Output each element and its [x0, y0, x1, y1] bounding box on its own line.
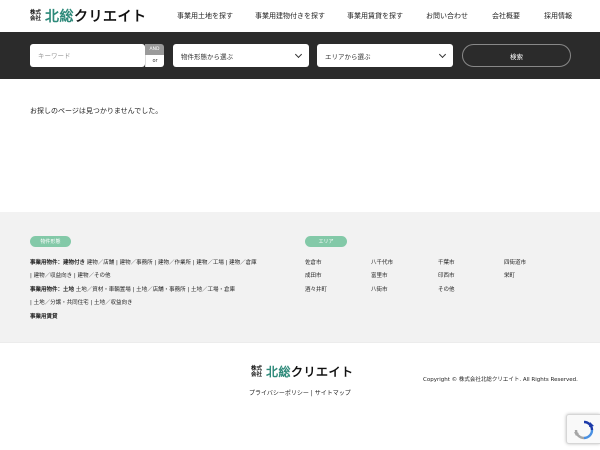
area-link-inzai[interactable]: 印西市 — [438, 271, 455, 279]
copyright: Copyright © 株式会社北総クリエイト. All Rights Rese… — [423, 377, 578, 383]
property-type-pill: 物件形態 — [30, 236, 71, 247]
recaptcha-icon — [574, 420, 594, 440]
area-link-chiba[interactable]: 千葉市 — [438, 258, 455, 266]
logo-brand-create: クリエイト — [74, 9, 147, 25]
chevron-down-icon — [438, 50, 447, 59]
property-type-select[interactable]: 物件形態から選ぶ — [173, 44, 309, 67]
nav-recruit[interactable]: 採用情報 — [544, 11, 572, 21]
building-links-row2[interactable]: | 建物／収益向き | 建物／その他 — [30, 271, 110, 279]
land-category-row1: 事業用物件：土地 土地／資材・車輛置場 | 土地／店舗・事務所 | 土地／工場・… — [30, 285, 235, 293]
building-category-row1: 事業用物件：建物付き 建物／店舗 | 建物／事務所 | 建物／作業所 | 建物／… — [30, 258, 257, 266]
or-toggle[interactable]: or — [145, 55, 164, 67]
search-button[interactable]: 検索 — [462, 44, 571, 67]
footer-bottom-links[interactable]: プライバシーポリシー | サイトマップ — [249, 388, 351, 397]
footer-logo[interactable]: 株式 会社 北総 クリエイト — [251, 363, 354, 380]
area-link-shisui[interactable]: 酒々井町 — [305, 285, 327, 293]
area-link-yotsukaido[interactable]: 四街道市 — [504, 258, 526, 266]
site-logo[interactable]: 株式 会社 北総 クリエイト — [30, 7, 147, 25]
property-type-select-label: 物件形態から選ぶ — [181, 52, 233, 61]
nav-contact[interactable]: お問い合わせ — [426, 11, 468, 21]
area-link-narita[interactable]: 成田市 — [305, 271, 322, 279]
logo-brand-hokuso: 北総 — [45, 9, 75, 25]
nav-building-search[interactable]: 事業用建物付きを探す — [255, 11, 325, 21]
nav-land-search[interactable]: 事業用土地を探す — [177, 11, 233, 21]
not-found-message: お探しのページは見つかりませんでした。 — [30, 107, 163, 115]
building-heading[interactable]: 事業用物件：建物付き — [30, 260, 85, 266]
nav-rental-search[interactable]: 事業用賃貸を探す — [347, 11, 403, 21]
area-link-sakae[interactable]: 栄町 — [504, 271, 515, 279]
land-links[interactable]: 土地／資材・車輛置場 | 土地／店舗・事務所 | 土地／工場・倉庫 — [76, 287, 235, 293]
and-toggle[interactable]: AND — [145, 44, 164, 55]
footer-logo-kabushiki-kaisha: 株式 会社 — [251, 365, 263, 378]
land-links-row2[interactable]: | 土地／分譲・共同住宅 | 土地／収益向き — [30, 298, 132, 306]
area-link-other[interactable]: その他 — [438, 285, 455, 293]
area-link-sakura[interactable]: 佐倉市 — [305, 258, 322, 266]
logo-kabushiki-kaisha: 株式 会社 — [30, 10, 42, 22]
nav-company[interactable]: 会社概要 — [492, 11, 520, 21]
footer-logo-hokuso: 北総 — [266, 365, 292, 379]
area-select[interactable]: エリアから選ぶ — [317, 44, 453, 67]
recaptcha-badge[interactable] — [566, 414, 600, 444]
footer-logo-create: クリエイト — [291, 365, 354, 379]
area-link-yachimata[interactable]: 八街市 — [371, 285, 388, 293]
area-pill: エリア — [305, 236, 347, 247]
area-link-tomisato[interactable]: 富里市 — [371, 271, 388, 279]
keyword-input[interactable] — [30, 44, 145, 67]
chevron-down-icon — [294, 50, 303, 59]
area-select-label: エリアから選ぶ — [325, 52, 371, 61]
rental-heading[interactable]: 事業用賃貸 — [30, 312, 58, 320]
building-links[interactable]: 建物／店舗 | 建物／事務所 | 建物／作業所 | 建物／工場 | 建物／倉庫 — [87, 260, 257, 266]
site-header: 株式 会社 北総 クリエイト 事業用土地を探す 事業用建物付きを探す 事業用賃貸… — [0, 0, 600, 32]
area-link-yachiyo[interactable]: 八千代市 — [371, 258, 393, 266]
land-heading[interactable]: 事業用物件：土地 — [30, 287, 74, 293]
